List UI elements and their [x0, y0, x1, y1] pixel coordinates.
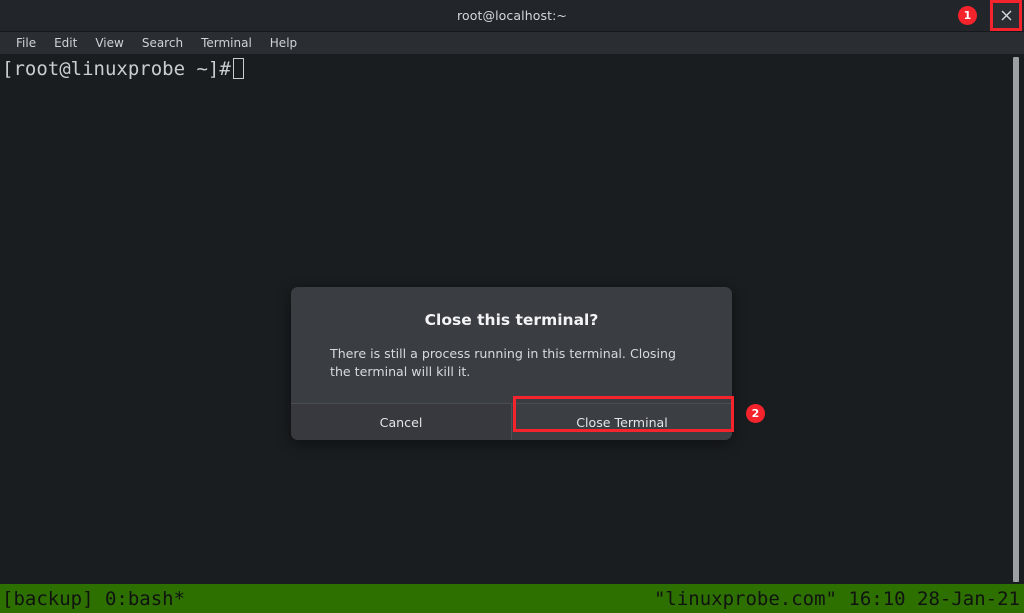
tmux-status-bar: [backup] 0:bash* "linuxprobe.com" 16:10 …	[0, 584, 1024, 613]
close-terminal-dialog: Close this terminal? There is still a pr…	[291, 287, 732, 440]
scrollbar-thumb[interactable]	[1013, 57, 1019, 582]
window-close-button[interactable]	[993, 3, 1019, 28]
terminal-area[interactable]: [root@linuxprobe ~]# Close this terminal…	[0, 55, 1024, 584]
tmux-status-right: "linuxprobe.com" 16:10 28-Jan-21	[653, 587, 1020, 610]
menu-item-help[interactable]: Help	[261, 36, 306, 50]
menu-item-file[interactable]: File	[7, 36, 45, 50]
menu-item-search[interactable]: Search	[133, 36, 192, 50]
window-title: root@localhost:~	[457, 8, 567, 23]
window-titlebar: root@localhost:~ 1	[0, 0, 1024, 32]
dialog-title: Close this terminal?	[424, 311, 599, 329]
annotation-badge-2: 2	[746, 404, 765, 423]
dialog-body: Close this terminal? There is still a pr…	[291, 287, 732, 403]
menubar: File Edit View Search Terminal Help	[0, 32, 1024, 55]
terminal-window: root@localhost:~ 1 File Edit View Search…	[0, 0, 1024, 613]
close-terminal-button[interactable]: Close Terminal	[512, 404, 732, 440]
annotation-badge-1: 1	[958, 6, 977, 25]
cancel-button[interactable]: Cancel	[291, 404, 512, 440]
text-cursor	[232, 58, 244, 79]
menu-item-view[interactable]: View	[86, 36, 132, 50]
tmux-status-left: [backup] 0:bash*	[2, 587, 186, 610]
shell-prompt: [root@linuxprobe ~]#	[2, 58, 231, 80]
dialog-actions: Cancel Close Terminal	[291, 403, 732, 440]
close-icon	[1001, 10, 1011, 21]
menu-item-terminal[interactable]: Terminal	[192, 36, 261, 50]
terminal-scrollbar[interactable]	[1012, 55, 1020, 584]
menu-item-edit[interactable]: Edit	[45, 36, 86, 50]
dialog-message: There is still a process running in this…	[330, 346, 676, 379]
